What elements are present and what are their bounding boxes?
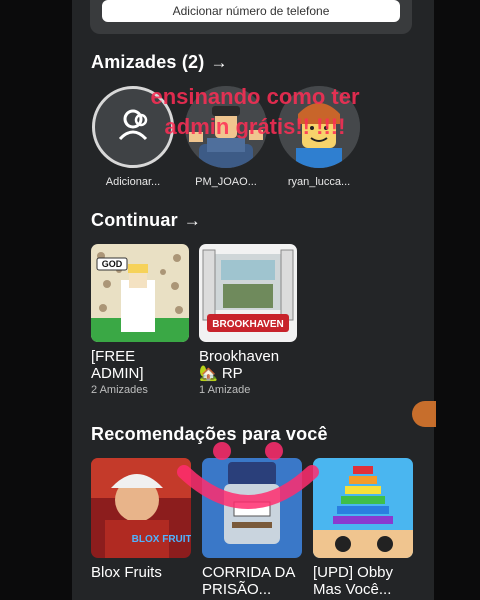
continue-title: Continuar: [91, 210, 178, 230]
game-thumbnail: [202, 458, 302, 558]
arrow-right-icon: →: [183, 210, 201, 230]
game-card-blox-fruits[interactable]: BLOX FRUITS Blox Fruits: [91, 458, 191, 581]
game-title: [UPD] Obby Mas Você...: [313, 564, 394, 598]
avatar-ryan-lucca-image: [278, 86, 360, 168]
continue-header[interactable]: Continuar →: [91, 210, 201, 231]
game-friends-count: 1 Amizade: [199, 384, 251, 396]
brookhaven-thumbnail-image: BROOKHAVEN: [199, 244, 297, 342]
game-friends-count: 2 Amizades: [91, 384, 148, 396]
add-phone-button[interactable]: Adicionar número de telefone: [102, 0, 400, 22]
game-card-corrida-prisao[interactable]: CORRIDA DA PRISÃO...: [202, 458, 302, 598]
free-admin-thumbnail-image: GOD: [91, 244, 189, 342]
blox-fruits-label: BLOX FRUITS: [132, 534, 191, 545]
brookhaven-label: BROOKHAVEN: [212, 319, 283, 330]
game-thumbnail: BROOKHAVEN: [199, 244, 297, 342]
obby-thumbnail-image: [313, 458, 413, 558]
game-title: [FREE ADMIN]: [91, 348, 144, 382]
friend-add[interactable]: Adicionar...: [87, 86, 179, 188]
avatar-pm-joao-image: [185, 86, 267, 168]
friend-name: Adicionar...: [105, 176, 161, 188]
game-title: Blox Fruits: [91, 564, 162, 581]
game-thumbnail: BLOX FRUITS: [91, 458, 191, 558]
friend-name: PM_JOAO...: [195, 176, 257, 188]
phone-prompt-card: Adicionar número de telefone: [90, 0, 412, 34]
avatar: [185, 86, 267, 168]
add-friend-icon: [118, 109, 148, 141]
friends-header[interactable]: Amizades (2) →: [91, 52, 228, 73]
game-title: CORRIDA DA PRISÃO...: [202, 564, 295, 598]
game-thumbnail: [313, 458, 413, 558]
avatar: [278, 86, 360, 168]
game-thumbnail: GOD: [91, 244, 189, 342]
corrida-prisao-thumbnail-image: [202, 458, 302, 558]
add-friend-avatar: [92, 86, 174, 168]
arrow-right-icon: →: [210, 52, 228, 72]
game-card-brookhaven[interactable]: BROOKHAVEN Brookhaven 🏡 RP 1 Amizade: [199, 244, 297, 396]
friend-name: ryan_lucca...: [287, 176, 351, 188]
floating-side-button[interactable]: [412, 401, 436, 427]
game-card-obby[interactable]: [UPD] Obby Mas Você...: [313, 458, 413, 598]
roblox-home-screen: Adicionar número de telefone Amizades (2…: [72, 0, 434, 600]
game-card-free-admin[interactable]: GOD [FREE ADMIN] 2 Amizades: [91, 244, 189, 396]
friends-title: Amizades (2): [91, 52, 205, 72]
blox-fruits-thumbnail-image: BLOX FRUITS: [91, 458, 191, 558]
god-label: GOD: [102, 259, 123, 269]
recommendations-header: Recomendações para você: [91, 424, 328, 445]
friend-pm-joao[interactable]: PM_JOAO...: [180, 86, 272, 188]
recommendations-title: Recomendações para você: [91, 424, 328, 444]
game-title: Brookhaven 🏡 RP: [199, 348, 280, 382]
friend-ryan-lucca[interactable]: ryan_lucca...: [273, 86, 365, 188]
